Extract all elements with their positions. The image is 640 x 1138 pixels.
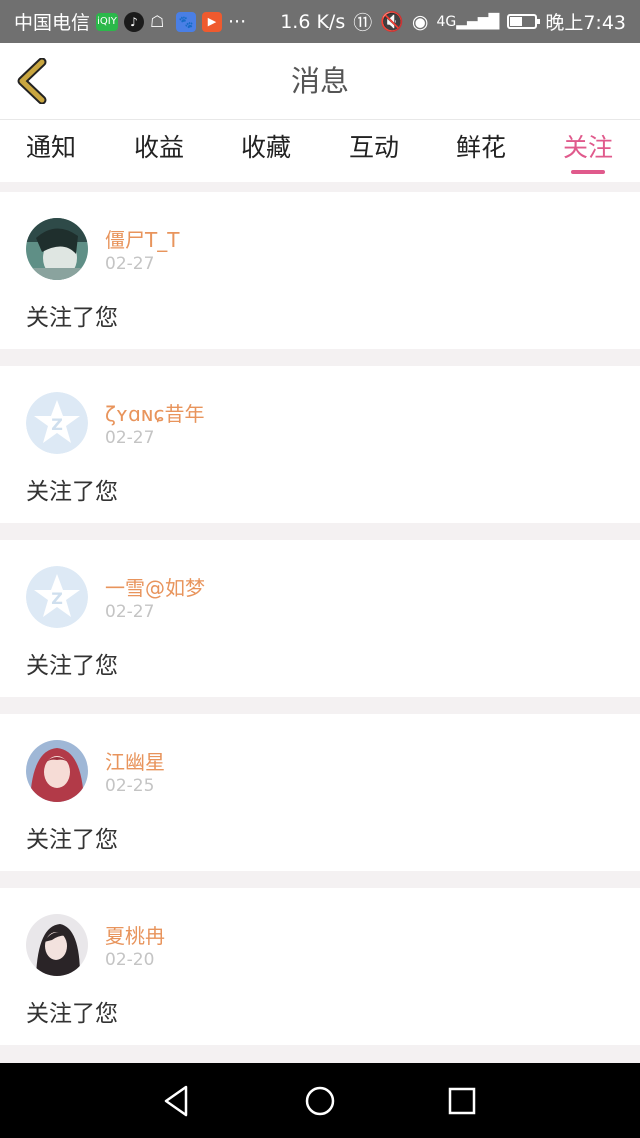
list-item[interactable]: Z 一雪@如梦 02-27 关注了您 (0, 540, 640, 697)
data-icon: ⑪ (353, 12, 373, 34)
tab-interactions[interactable]: 互动 (345, 120, 403, 182)
network-speed: 1.6 K/s (280, 10, 346, 33)
nav-recents-button[interactable] (444, 1083, 480, 1119)
tab-label: 互动 (348, 133, 399, 162)
default-avatar-icon: Z (26, 566, 88, 628)
message-date: 02-27 (105, 254, 155, 274)
more-icon: ··· (228, 10, 247, 33)
triangle-back-icon (164, 1085, 188, 1117)
iqiyi-icon: iQIY (96, 12, 119, 31)
clock: 晚上7:43 (545, 12, 626, 34)
message-text: 关注了您 (26, 653, 118, 679)
tab-following[interactable]: 关注 (559, 120, 617, 182)
tiktok-icon: ♪ (124, 11, 145, 32)
user-name[interactable]: 夏桃冉 (105, 920, 165, 949)
system-nav-bar (0, 1063, 640, 1138)
avatar[interactable] (26, 218, 88, 280)
message-text: 关注了您 (26, 305, 118, 331)
mute-icon: 🔇 (380, 11, 404, 33)
status-bar: 中国电信 iQIY ♪ ☖ 🐾 ▶ ··· 1.6 K/s ⑪ 🔇 ◉ 4G▂▄… (0, 0, 640, 43)
page-title: 消息 (290, 64, 349, 98)
square-recents-icon (448, 1087, 476, 1115)
qq-icon: ☖ (150, 11, 165, 31)
circle-home-icon (305, 1086, 335, 1116)
tab-label: 收益 (133, 133, 184, 162)
avatar[interactable] (26, 914, 88, 976)
avatar[interactable]: Z (26, 566, 88, 628)
signal-icon: 4G▂▄▆█ (436, 13, 500, 30)
status-bar-left: 中国电信 iQIY ♪ ☖ 🐾 ▶ ··· (14, 0, 246, 43)
user-name[interactable]: ζʏɑɴɕ昔年 (105, 398, 204, 427)
message-text: 关注了您 (26, 827, 118, 853)
tab-label: 鲜花 (455, 133, 506, 162)
carrier-label: 中国电信 (14, 12, 91, 34)
list-item[interactable]: Z ζʏɑɴɕ昔年 02-27 关注了您 (0, 366, 640, 523)
tab-flowers[interactable]: 鲜花 (452, 120, 510, 182)
active-tab-indicator (571, 170, 605, 174)
default-avatar-icon: Z (26, 392, 88, 454)
message-text: 关注了您 (26, 1001, 118, 1027)
status-bar-right: 1.6 K/s ⑪ 🔇 ◉ 4G▂▄▆█ 晚上7:43 (280, 0, 626, 43)
message-date: 02-27 (105, 428, 155, 448)
eye-icon: ◉ (411, 10, 429, 33)
message-text: 关注了您 (26, 479, 118, 505)
svg-text:Z: Z (51, 589, 63, 608)
message-date: 02-25 (105, 776, 155, 796)
message-date: 02-20 (105, 950, 155, 970)
tab-favorites[interactable]: 收藏 (237, 120, 295, 182)
tab-label: 关注 (562, 133, 613, 162)
list-item[interactable]: 江幽星 02-25 关注了您 (0, 714, 640, 871)
video-play-icon: ▶ (202, 11, 223, 32)
message-date: 02-27 (105, 602, 155, 622)
tab-earnings[interactable]: 收益 (130, 120, 188, 182)
tab-label: 通知 (25, 133, 76, 162)
tab-notifications[interactable]: 通知 (22, 120, 80, 182)
tab-bar: 通知 收益 收藏 互动 鲜花 关注 (0, 120, 640, 182)
tab-label: 收藏 (240, 133, 291, 162)
svg-text:Z: Z (51, 415, 63, 434)
nav-back-button[interactable] (160, 1083, 196, 1119)
list-item[interactable]: 夏桃冉 02-20 关注了您 (0, 888, 640, 1045)
user-name[interactable]: 僵尸T_T (105, 224, 179, 253)
baidu-icon: 🐾 (176, 11, 197, 32)
avatar[interactable]: Z (26, 392, 88, 454)
list-item[interactable]: 僵尸T_T 02-27 关注了您 (0, 192, 640, 349)
avatar[interactable] (26, 740, 88, 802)
battery-icon (507, 14, 541, 29)
app-header: 消息 (0, 43, 640, 120)
user-name[interactable]: 江幽星 (105, 746, 165, 775)
user-name[interactable]: 一雪@如梦 (105, 572, 205, 601)
nav-home-button[interactable] (302, 1083, 338, 1119)
